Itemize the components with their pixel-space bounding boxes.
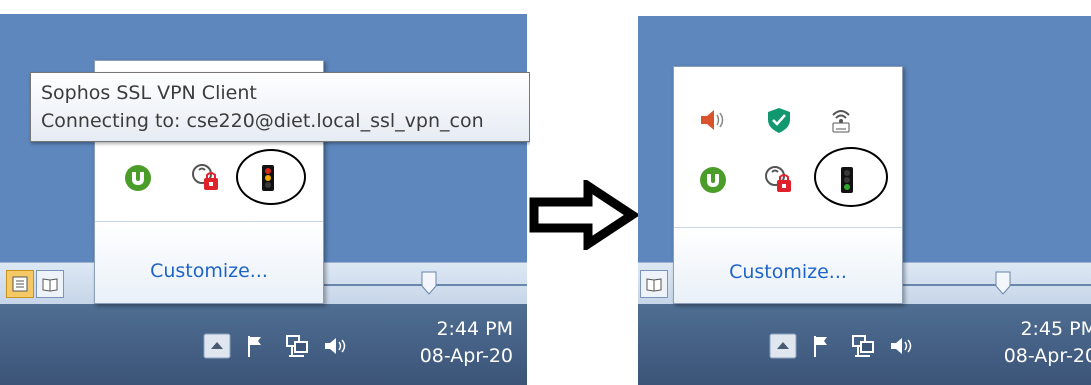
notification-overflow-popup: Customize... — [673, 66, 903, 304]
customize-link[interactable]: Customize... — [674, 261, 902, 283]
clock-time: 2:45 PM — [1020, 318, 1091, 340]
customize-link[interactable]: Customize... — [95, 260, 323, 282]
chevron-up-icon — [203, 333, 231, 359]
overflow-footer: Customize... — [95, 221, 323, 303]
screenshot-after: 2:45 PM 08-Apr-20 Customize... — [638, 0, 1091, 385]
taskbar-clock[interactable]: 2:44 PM 08-Apr-20 — [420, 316, 513, 370]
list-view-button[interactable] — [6, 270, 34, 298]
taskbar-clock[interactable]: 2:45 PM 08-Apr-20 — [1004, 316, 1091, 370]
transition-arrow-icon — [529, 180, 640, 250]
utorrent-icon[interactable] — [696, 163, 730, 197]
book-view-button[interactable] — [640, 270, 668, 298]
security-shield-icon[interactable] — [762, 103, 796, 137]
volume-muted-icon[interactable] — [696, 103, 730, 137]
network-icon[interactable] — [282, 331, 312, 361]
wireless-icon[interactable] — [824, 103, 858, 137]
network-locked-icon[interactable] — [189, 161, 223, 195]
taskbar: 2:44 PM 08-Apr-20 — [0, 304, 527, 385]
overflow-footer: Customize... — [674, 227, 902, 303]
clock-date: 08-Apr-20 — [419, 345, 513, 367]
tooltip-status: Connecting to: cse220@diet.local_ssl_vpn… — [41, 110, 484, 132]
highlight-circle — [814, 147, 888, 207]
clock-date: 08-Apr-20 — [1003, 345, 1091, 367]
show-hidden-icons-button[interactable] — [768, 331, 798, 361]
action-center-flag-icon[interactable] — [808, 331, 838, 361]
network-icon[interactable] — [848, 331, 878, 361]
chevron-up-icon — [769, 333, 797, 359]
show-hidden-icons-button[interactable] — [202, 331, 232, 361]
highlight-circle — [236, 149, 306, 205]
book-view-button[interactable] — [36, 270, 64, 298]
vpn-tooltip: Sophos SSL VPN Client Connecting to: cse… — [30, 72, 530, 142]
clock-time: 2:44 PM — [436, 318, 513, 340]
network-locked-icon[interactable] — [762, 163, 796, 197]
volume-icon[interactable] — [320, 331, 350, 361]
book-view-icon — [42, 278, 58, 292]
list-view-icon — [12, 276, 28, 292]
action-center-flag-icon[interactable] — [242, 331, 272, 361]
utorrent-icon[interactable] — [121, 161, 155, 195]
overflow-icon-area — [674, 67, 902, 227]
volume-icon[interactable] — [886, 331, 916, 361]
book-view-icon — [646, 278, 662, 292]
screenshot-before: 2:44 PM 08-Apr-20 Customize... Sophos SS… — [0, 0, 530, 385]
zoom-slider-thumb[interactable] — [421, 271, 437, 295]
zoom-slider-thumb[interactable] — [995, 271, 1011, 295]
tooltip-title: Sophos SSL VPN Client — [41, 82, 257, 104]
taskbar: 2:45 PM 08-Apr-20 — [638, 304, 1091, 385]
